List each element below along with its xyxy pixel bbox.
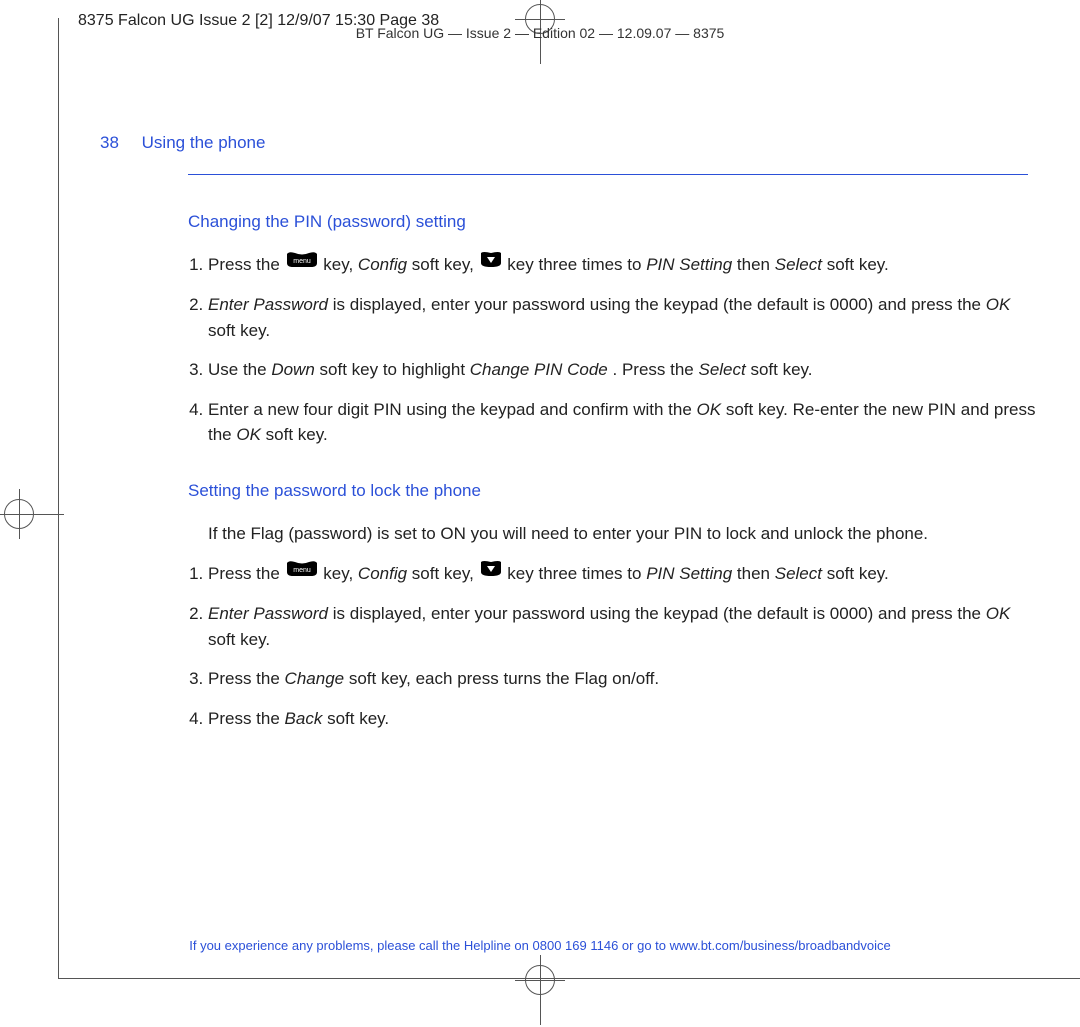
- section-title-1: Changing the PIN (password) setting: [188, 209, 1040, 235]
- list-item: Press the menu key, Config soft key, key…: [208, 252, 1040, 278]
- crop-mark-left: [0, 495, 38, 533]
- section2-steps: Press the menu key, Config soft key, key…: [188, 561, 1040, 731]
- down-key-icon: [479, 560, 503, 586]
- menu-key-icon: menu: [285, 560, 319, 586]
- list-item: Press the Change soft key, each press tu…: [208, 666, 1040, 692]
- list-item: Enter Password is displayed, enter your …: [208, 292, 1040, 343]
- list-item: Press the menu key, Config soft key, key…: [208, 561, 1040, 587]
- menu-key-icon: menu: [285, 251, 319, 277]
- section2-intro: If the Flag (password) is set to ON you …: [208, 521, 1040, 547]
- helpline-footer: If you experience any problems, please c…: [189, 938, 891, 953]
- page-number: 38: [100, 130, 119, 156]
- list-item: Enter Password is displayed, enter your …: [208, 601, 1040, 652]
- list-item: Use the Down soft key to highlight Chang…: [208, 357, 1040, 383]
- helpline-number: 0800 169 1146: [533, 938, 619, 953]
- section1-steps: Press the menu key, Config soft key, key…: [188, 252, 1040, 448]
- header-rule: [188, 174, 1028, 175]
- section-title-2: Setting the password to lock the phone: [188, 478, 1040, 504]
- svg-text:menu: menu: [293, 258, 311, 265]
- svg-text:menu: menu: [293, 567, 311, 574]
- page-content: 38 Using the phone Changing the PIN (pas…: [100, 130, 1040, 761]
- list-item: Press the Back soft key.: [208, 706, 1040, 732]
- crop-mark-bottom: [521, 961, 559, 999]
- down-key-icon: [479, 251, 503, 277]
- running-head: Using the phone: [142, 133, 266, 152]
- document-header: BT Falcon UG — Issue 2 — Edition 02 — 12…: [356, 25, 725, 41]
- list-item: Enter a new four digit PIN using the key…: [208, 397, 1040, 448]
- helpline-url: www.bt.com/business/broadbandvoice: [670, 938, 891, 953]
